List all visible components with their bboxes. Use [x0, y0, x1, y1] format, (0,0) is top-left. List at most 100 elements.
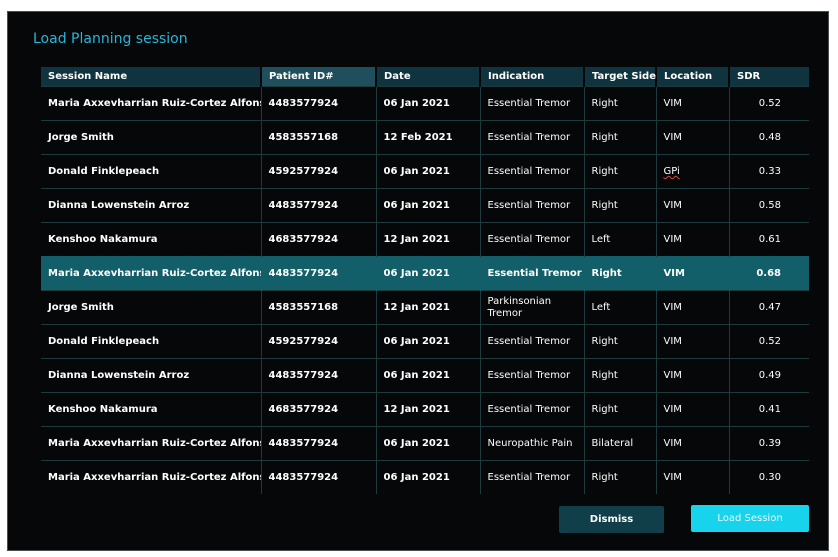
cell-session-name: Kenshoo Nakamura [41, 392, 262, 427]
cell-date: 06 Jan 2021 [376, 358, 481, 393]
cell-location: VIM [656, 358, 730, 393]
cell-sdr: 0.52 [729, 86, 809, 121]
cell-target-side: Right [584, 392, 657, 427]
table-header-row: Session Name Patient ID# Date Indication… [41, 67, 809, 87]
table-row[interactable]: Kenshoo Nakamura 4683577924 12 Jan 2021 … [41, 222, 809, 257]
cell-target-side: Bilateral [584, 426, 657, 461]
cell-patient-id: 4583557168 [261, 290, 377, 325]
cell-sdr: 0.58 [729, 188, 809, 223]
cell-indication: Essential Tremor [480, 120, 585, 155]
cell-sdr: 0.61 [729, 222, 809, 257]
cell-indication: Essential Tremor [480, 86, 585, 121]
cell-target-side: Right [584, 460, 657, 494]
col-header-target-side[interactable]: Target Side [584, 67, 657, 87]
cell-patient-id: 4483577924 [261, 188, 377, 223]
cell-target-side: Right [584, 154, 657, 189]
cell-location: VIM [656, 256, 730, 291]
cell-location: VIM [656, 460, 730, 494]
col-header-location[interactable]: Location [656, 67, 730, 87]
cell-date: 06 Jan 2021 [376, 154, 481, 189]
cell-indication: Essential Tremor [480, 324, 585, 359]
cell-location: VIM [656, 222, 730, 257]
cell-date: 12 Jan 2021 [376, 222, 481, 257]
cell-sdr: 0.47 [729, 290, 809, 325]
cell-location: VIM [656, 120, 730, 155]
cell-patient-id: 4683577924 [261, 392, 377, 427]
col-header-indication[interactable]: Indication [480, 67, 585, 87]
cell-session-name: Dianna Lowenstein Arroz [41, 188, 262, 223]
cell-location-text: GPi [663, 166, 680, 177]
table-row[interactable]: Jorge Smith 4583557168 12 Feb 2021 Essen… [41, 120, 809, 155]
cell-indication: Essential Tremor [480, 222, 585, 257]
cell-sdr: 0.33 [729, 154, 809, 189]
cell-session-name: Maria Axxevharrian Ruiz-Cortez Alfonso [41, 86, 262, 121]
cell-location: GPi [656, 154, 730, 189]
cell-indication: Neuropathic Pain [480, 426, 585, 461]
cell-indication: Essential Tremor [480, 256, 585, 291]
cell-sdr: 0.30 [729, 460, 809, 494]
cell-target-side: Right [584, 324, 657, 359]
cell-indication: Essential Tremor [480, 460, 585, 494]
cell-session-name: Jorge Smith [41, 290, 262, 325]
cell-date: 06 Jan 2021 [376, 188, 481, 223]
cell-target-side: Right [584, 358, 657, 393]
cell-patient-id: 4483577924 [261, 256, 377, 291]
cell-location: VIM [656, 290, 730, 325]
cell-date: 06 Jan 2021 [376, 256, 481, 291]
cell-date: 12 Feb 2021 [376, 120, 481, 155]
cell-target-side: Right [584, 86, 657, 121]
table-row[interactable]: Dianna Lowenstein Arroz 4483577924 06 Ja… [41, 188, 809, 223]
sessions-table: Session Name Patient ID# Date Indication… [41, 67, 809, 494]
cell-date: 06 Jan 2021 [376, 426, 481, 461]
cell-session-name: Maria Axxevharrian Ruiz-Cortez Alfonso [41, 256, 262, 291]
table-row[interactable]: Maria Axxevharrian Ruiz-Cortez Alfonso 4… [41, 86, 809, 121]
col-header-session-name[interactable]: Session Name [41, 67, 262, 87]
cell-date: 12 Jan 2021 [376, 290, 481, 325]
cell-target-side: Left [584, 222, 657, 257]
table-row[interactable]: Maria Axxevharrian Ruiz-Cortez Alfonso 4… [41, 426, 809, 461]
dialog-title: Load Planning session [33, 31, 188, 47]
cell-patient-id: 4592577924 [261, 324, 377, 359]
cell-location: VIM [656, 426, 730, 461]
col-header-sdr[interactable]: SDR [729, 67, 809, 87]
cell-patient-id: 4483577924 [261, 426, 377, 461]
cell-date: 12 Jan 2021 [376, 392, 481, 427]
cell-date: 06 Jan 2021 [376, 324, 481, 359]
cell-patient-id: 4483577924 [261, 358, 377, 393]
cell-sdr: 0.68 [729, 256, 809, 291]
table-row-selected[interactable]: Maria Axxevharrian Ruiz-Cortez Alfonso 4… [41, 256, 809, 291]
table-row[interactable]: Donald Finklepeach 4592577924 06 Jan 202… [41, 324, 809, 359]
col-header-patient-id[interactable]: Patient ID# [261, 67, 377, 87]
cell-target-side: Right [584, 256, 657, 291]
cell-target-side: Right [584, 188, 657, 223]
cell-date: 06 Jan 2021 [376, 86, 481, 121]
cell-indication: Essential Tremor [480, 358, 585, 393]
table-row[interactable]: Maria Axxevharrian Ruiz-Cortez Alfonso 4… [41, 460, 809, 494]
cell-patient-id: 4583557168 [261, 120, 377, 155]
table-body: Maria Axxevharrian Ruiz-Cortez Alfonso 4… [41, 86, 809, 494]
cell-location: VIM [656, 188, 730, 223]
cell-indication: Essential Tremor [480, 154, 585, 189]
load-session-button[interactable]: Load Session [691, 505, 809, 532]
cell-patient-id: 4483577924 [261, 86, 377, 121]
cell-session-name: Maria Axxevharrian Ruiz-Cortez Alfonso [41, 426, 262, 461]
table-row[interactable]: Jorge Smith 4583557168 12 Jan 2021 Parki… [41, 290, 809, 325]
cell-patient-id: 4483577924 [261, 460, 377, 494]
cell-sdr: 0.49 [729, 358, 809, 393]
cell-location: VIM [656, 86, 730, 121]
table-row[interactable]: Kenshoo Nakamura 4683577924 12 Jan 2021 … [41, 392, 809, 427]
cell-indication: Parkinsonian Tremor [480, 290, 585, 325]
cell-session-name: Donald Finklepeach [41, 324, 262, 359]
cell-session-name: Donald Finklepeach [41, 154, 262, 189]
dismiss-button[interactable]: Dismiss [559, 506, 664, 533]
cell-patient-id: 4683577924 [261, 222, 377, 257]
cell-sdr: 0.39 [729, 426, 809, 461]
cell-session-name: Maria Axxevharrian Ruiz-Cortez Alfonso [41, 460, 262, 494]
table-row[interactable]: Dianna Lowenstein Arroz 4483577924 06 Ja… [41, 358, 809, 393]
cell-sdr: 0.48 [729, 120, 809, 155]
cell-location: VIM [656, 392, 730, 427]
col-header-date[interactable]: Date [376, 67, 481, 87]
cell-date: 06 Jan 2021 [376, 460, 481, 494]
table-row[interactable]: Donald Finklepeach 4592577924 06 Jan 202… [41, 154, 809, 189]
cell-sdr: 0.41 [729, 392, 809, 427]
